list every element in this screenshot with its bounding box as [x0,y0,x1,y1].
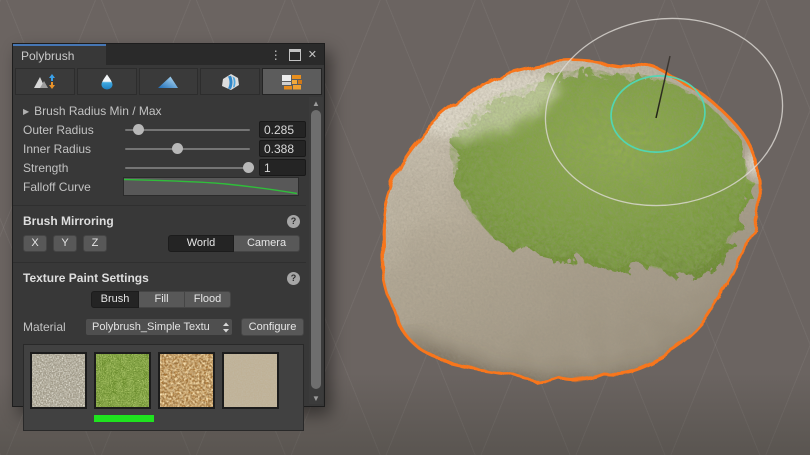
dropdown-arrows-icon [222,322,230,335]
falloff-curve-row: Falloff Curve [23,177,306,196]
paint-color-icon [158,76,179,88]
mirror-y-button[interactable]: Y [53,235,77,252]
paint-mode-fill-button[interactable]: Fill [139,291,185,308]
texture-palette-well [23,344,304,431]
maximize-icon[interactable] [288,48,301,61]
configure-button[interactable]: Configure [241,317,304,336]
brush-mirroring-header: Brush Mirroring [23,214,114,228]
texture-paint-header: Texture Paint Settings [23,271,149,285]
window-titlebar[interactable]: Polybrush ⋮ ✕ [13,44,324,65]
window-menu-icon[interactable]: ⋮ [270,49,282,61]
falloff-curve-label: Falloff Curve [23,179,91,194]
slider-thumb[interactable] [242,162,254,173]
rock-mesh[interactable] [370,50,770,398]
mirroring-help-icon[interactable]: ? [287,214,300,228]
falloff-curve-field[interactable] [123,177,299,196]
strength-row: Strength 1 [23,158,306,177]
window-title: Polybrush [21,48,75,63]
section-divider [13,205,306,206]
close-icon[interactable]: ✕ [308,48,317,61]
material-dropdown[interactable]: Polybrush_Simple Textu [85,317,233,336]
mode-paint-textures-button[interactable] [262,68,322,95]
mirror-space-toggle: World Camera [168,235,300,252]
texture-paint-help-icon[interactable]: ? [287,271,300,285]
texture-paint-icon [282,74,303,89]
strength-value-field[interactable]: 1 [259,159,306,176]
tab-polybrush[interactable]: Polybrush [13,44,106,65]
outer-radius-slider[interactable] [123,120,252,139]
texture-swatch-leafy-brown[interactable] [158,352,215,409]
strength-slider[interactable] [123,158,254,177]
panel-scrollbar[interactable]: ▲ ▼ [309,97,323,404]
foldout-arrow-icon: ▶ [23,106,30,116]
polybrush-window: Polybrush ⋮ ✕ ▶ Brush Radius Min / Max O… [12,43,325,431]
paint-mode-flood-button[interactable]: Flood [185,291,231,308]
mode-paint-color-button[interactable] [138,68,199,95]
brush-radius-foldout[interactable]: ▶ Brush Radius Min / Max [23,102,306,120]
sculpt-raise-lower-icon [33,73,55,89]
inner-radius-label: Inner Radius [23,141,92,156]
texture-paint-header-row: Texture Paint Settings ? [23,268,306,288]
slider-track [125,167,250,169]
mode-toolbar [13,65,324,97]
material-dropdown-value: Polybrush_Simple Textu [92,320,210,333]
mirror-z-button[interactable]: Z [83,235,107,252]
slider-track [125,148,250,150]
mirror-x-button[interactable]: X [23,235,47,252]
material-label: Material [23,319,66,334]
inner-radius-row: Inner Radius 0.388 [23,139,306,158]
texture-swatch-sand-tan[interactable] [222,352,279,409]
section-divider [13,262,306,263]
texture-swatch-grass-green[interactable] [94,352,151,409]
brush-mirroring-header-row: Brush Mirroring ? [23,211,306,231]
paint-mode-toggle: Brush Fill Flood [91,291,306,308]
scatter-prefabs-icon [222,73,240,90]
mode-smooth-button[interactable] [76,68,137,95]
mirror-space-world-button[interactable]: World [168,235,234,252]
mode-scatter-prefabs-button[interactable] [200,68,261,95]
texture-swatch-gravel-gray[interactable] [30,352,87,409]
mirroring-controls-row: X Y Z World Camera [23,234,306,253]
outer-radius-row: Outer Radius 0.285 [23,120,306,139]
falloff-curve-graph [123,178,298,195]
scroll-up-icon[interactable]: ▲ [309,97,323,109]
scrollbar-thumb[interactable] [311,110,321,389]
paint-mode-brush-button[interactable]: Brush [91,291,139,308]
brush-radius-foldout-label: Brush Radius Min / Max [34,104,162,118]
inner-radius-slider[interactable] [123,139,252,158]
outer-radius-value-field[interactable]: 0.285 [259,121,306,138]
strength-label: Strength [23,160,69,175]
outer-radius-label: Outer Radius [23,122,94,137]
slider-thumb[interactable] [133,124,145,135]
inner-radius-value-field[interactable]: 0.388 [259,140,306,157]
mirror-space-camera-button[interactable]: Camera [234,235,300,252]
material-row: Material Polybrush_Simple Textu Configur… [23,317,306,336]
slider-thumb[interactable] [172,143,184,154]
mode-sculpt-button[interactable] [15,68,75,95]
selected-texture-indicator [94,415,154,422]
scroll-down-icon[interactable]: ▼ [309,392,323,404]
smooth-droplet-icon [101,74,113,89]
